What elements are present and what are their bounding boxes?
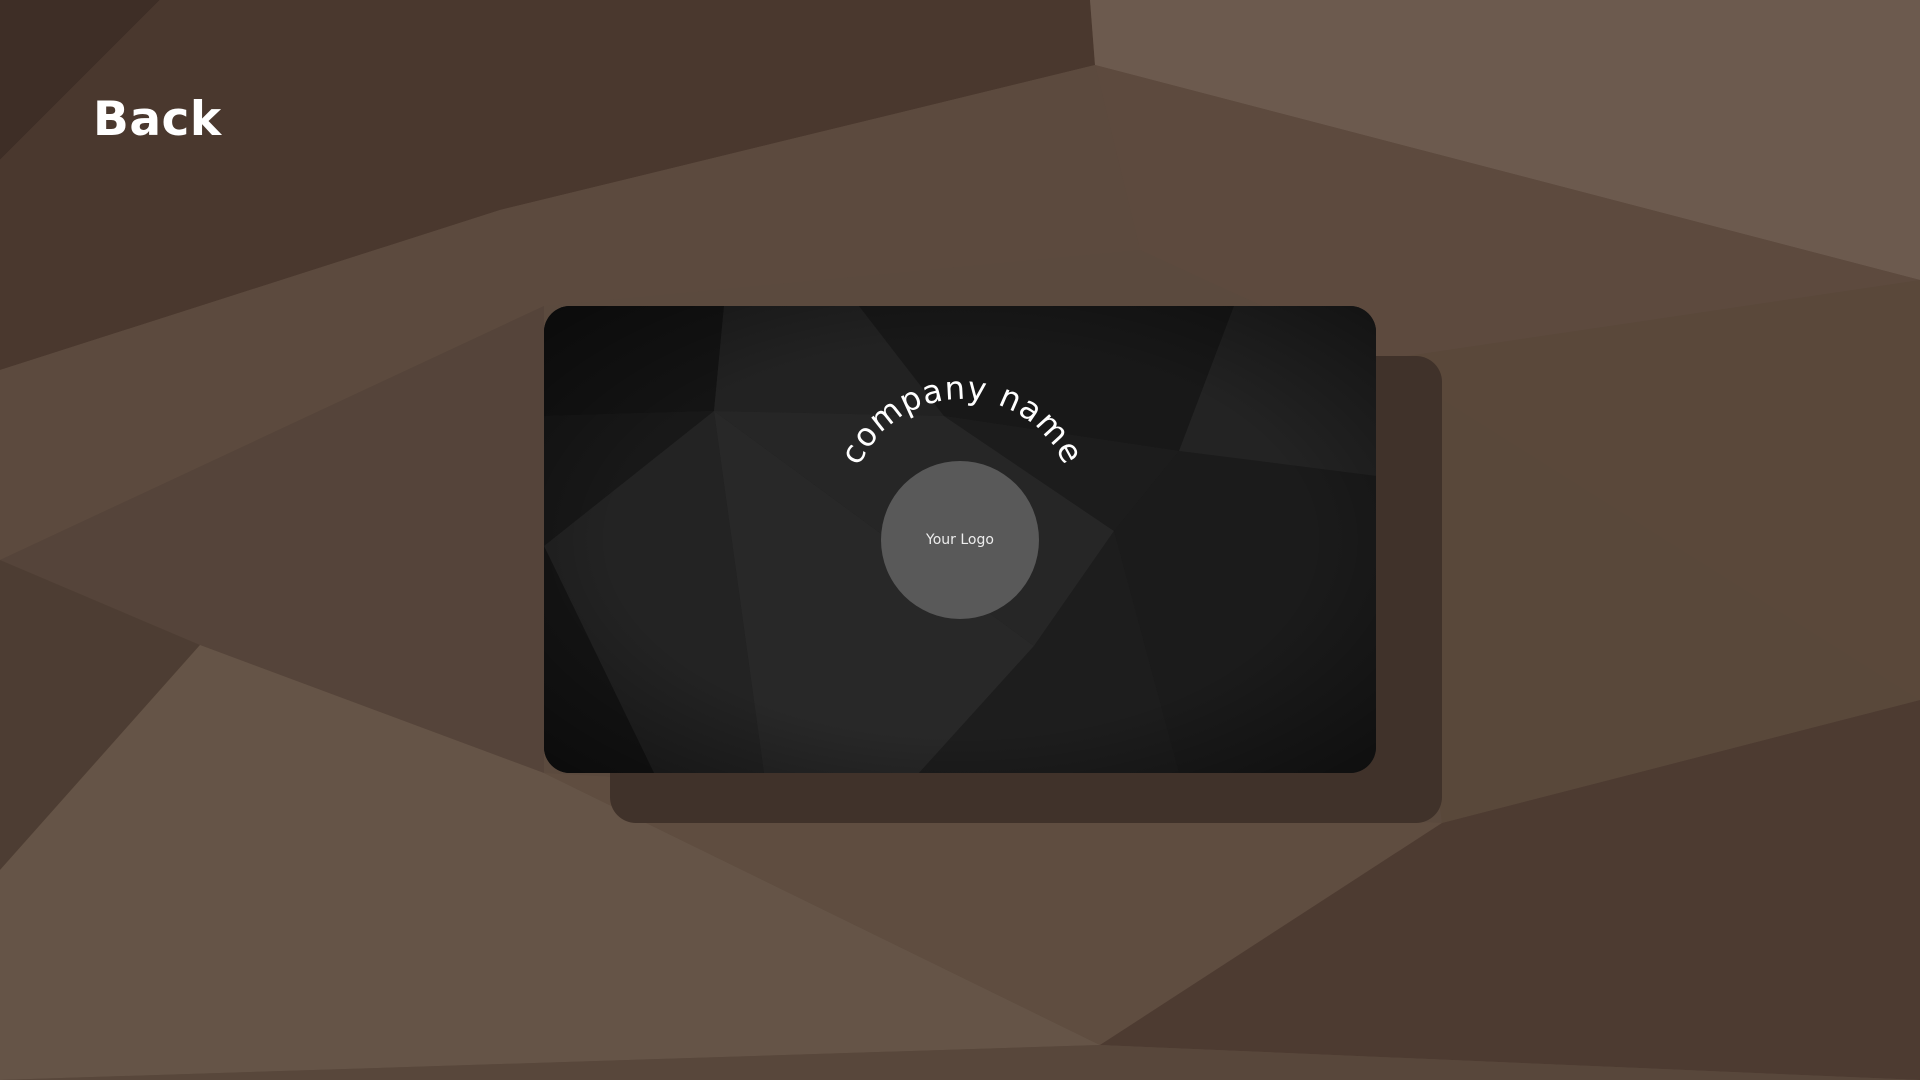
logo-placeholder-label: Your Logo: [926, 532, 994, 548]
logo-placeholder: Your Logo: [881, 461, 1039, 619]
business-card: company name Your Logo: [544, 306, 1376, 773]
back-heading[interactable]: Back: [93, 92, 222, 147]
company-name-text: company name: [832, 369, 1091, 471]
